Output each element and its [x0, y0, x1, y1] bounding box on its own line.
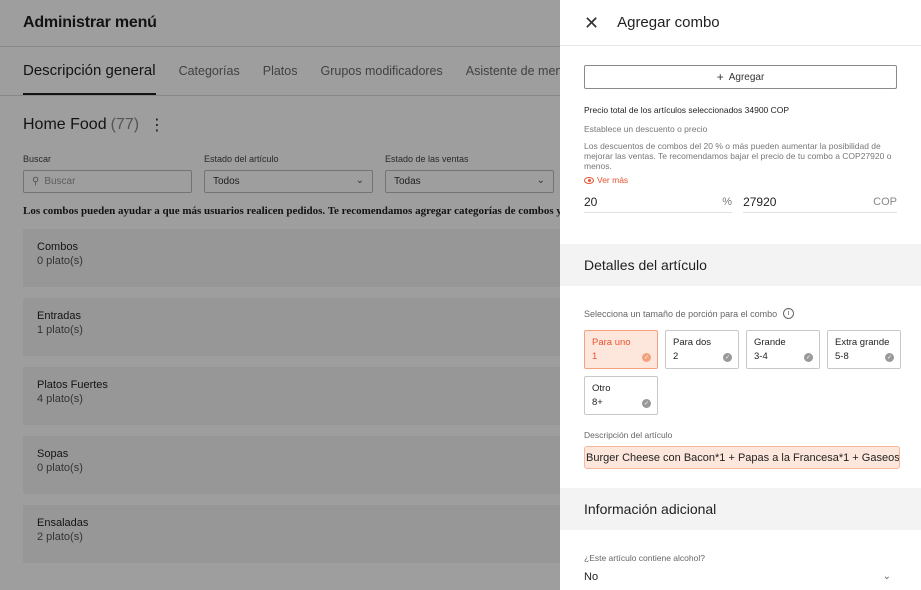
alcohol-select[interactable]: No ⌄	[584, 571, 897, 583]
eye-icon	[584, 176, 594, 184]
details-title: Detalles del artículo	[584, 257, 707, 273]
close-icon[interactable]: ✕	[584, 14, 599, 32]
portion-name: Otro	[592, 383, 611, 394]
additional-section-header: Información adicional	[560, 488, 921, 530]
discount-description: Los descuentos de combos del 20 % o más …	[584, 141, 892, 171]
portion-option-extra-grande[interactable]: Extra grande 5-8 ✓	[827, 330, 901, 369]
percent-symbol: %	[722, 195, 733, 208]
check-icon: ✓	[642, 399, 651, 408]
additional-section: ¿Este artículo contiene alcohol? No ⌄	[560, 553, 921, 583]
portion-name: Para uno	[592, 337, 631, 348]
description-field[interactable]: Burger Cheese con Bacon*1 + Papas a la F…	[584, 446, 900, 469]
portion-name: Extra grande	[835, 337, 890, 348]
portion-label: Selecciona un tamaño de porción para el …	[584, 308, 897, 319]
portion-option-para-uno[interactable]: Para uno 1 ✓	[584, 330, 658, 369]
additional-title: Información adicional	[584, 501, 717, 517]
drawer-header: ✕ Agregar combo	[560, 0, 921, 46]
discount-hint: Establece un descuento o precio	[584, 124, 708, 134]
combo-price-field[interactable]: 27920 COP	[743, 191, 897, 213]
details-section: Selecciona un tamaño de porción para el …	[560, 308, 921, 469]
portion-label-text: Selecciona un tamaño de porción para el …	[584, 308, 778, 319]
discount-percent-value: 20	[584, 194, 598, 209]
check-icon: ✓	[804, 353, 813, 362]
add-item-label: Agregar	[728, 71, 765, 83]
ver-mas-label: Ver más	[597, 175, 629, 185]
ver-mas-link[interactable]: Ver más	[584, 175, 897, 185]
chevron-down-icon: ⌄	[882, 571, 891, 582]
plus-icon: +	[716, 70, 724, 84]
check-icon: ✓	[723, 353, 732, 362]
check-icon: ✓	[885, 353, 894, 362]
add-item-button[interactable]: + Agregar	[584, 65, 897, 89]
modal-overlay[interactable]	[0, 0, 560, 590]
price-row: 20 % 27920 COP	[584, 191, 897, 213]
info-icon[interactable]: i	[783, 308, 795, 319]
portion-name: Para dos	[673, 337, 712, 348]
currency-unit: COP	[873, 195, 897, 208]
check-icon: ✓	[642, 353, 651, 362]
description-label: Descripción del artículo	[584, 430, 673, 440]
total-price-text: Precio total de los artículos selecciona…	[584, 105, 790, 115]
portion-name: Grande	[754, 337, 786, 348]
discount-percent-field[interactable]: 20 %	[584, 191, 733, 213]
add-combo-drawer: ✕ Agregar combo + Agregar Precio total d…	[560, 0, 921, 590]
portion-option-grande[interactable]: Grande 3-4 ✓	[746, 330, 820, 369]
pricing-section: + Agregar Precio total de los artículos …	[560, 65, 921, 213]
portion-options: Para uno 1 ✓ Para dos 2 ✓ Grande 3-4 ✓ E…	[584, 330, 904, 415]
drawer-title: Agregar combo	[617, 14, 720, 31]
combo-price-value: 27920	[743, 194, 777, 209]
portion-option-otro[interactable]: Otro 8+ ✓	[584, 376, 658, 415]
details-section-header: Detalles del artículo	[560, 244, 921, 286]
alcohol-value: No	[584, 571, 599, 583]
portion-option-para-dos[interactable]: Para dos 2 ✓	[665, 330, 739, 369]
alcohol-label: ¿Este artículo contiene alcohol?	[584, 553, 705, 563]
